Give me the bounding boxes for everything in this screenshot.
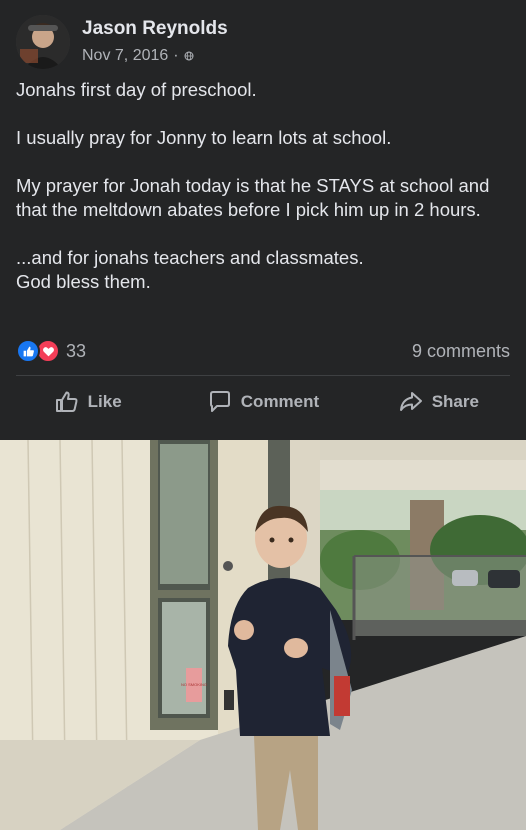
post-paragraph: I usually pray for Jonny to learn lots a… (16, 127, 392, 148)
post-meta: Jason Reynolds Nov 7, 2016 · (82, 17, 228, 67)
post-paragraph: Jonahs first day of preschool. (16, 79, 257, 100)
globe-icon (184, 51, 194, 61)
post-date[interactable]: Nov 7, 2016 (82, 45, 168, 67)
like-button[interactable]: Like (0, 389, 175, 415)
sign-text: NO SMOKING (181, 682, 207, 687)
post-photo[interactable]: NO SMOKING (0, 440, 526, 830)
thumbs-up-icon (55, 391, 78, 412)
post-dateline: Nov 7, 2016 · (82, 45, 228, 67)
comment-button[interactable]: Comment (175, 389, 350, 415)
post-paragraph: My prayer for Jonah today is that he STA… (16, 175, 490, 220)
post-paragraph: ...and for jonahs teachers and classmate… (16, 247, 364, 292)
post-stats: 33 9 comments (16, 338, 510, 364)
divider (16, 375, 510, 376)
share-button-label: Share (431, 392, 479, 411)
post-text: Jonahs first day of preschool. I usually… (16, 78, 516, 294)
author-name[interactable]: Jason Reynolds (82, 17, 228, 41)
avatar[interactable] (16, 15, 70, 69)
like-reaction-icon (16, 339, 40, 363)
share-button[interactable]: Share (351, 389, 526, 415)
post-header: Jason Reynolds Nov 7, 2016 · (16, 14, 228, 70)
comment-icon (209, 391, 230, 412)
reactions-summary[interactable]: 33 (16, 339, 86, 363)
share-icon (399, 392, 422, 411)
post-actions: Like Comment Share (0, 378, 526, 426)
like-button-label: Like (87, 392, 122, 411)
avatar-image (16, 15, 70, 69)
separator-dot: · (173, 47, 179, 64)
reaction-count: 33 (66, 340, 87, 361)
post-card: Jason Reynolds Nov 7, 2016 · Jonahs firs… (0, 0, 526, 430)
comments-count[interactable]: 9 comments (412, 341, 510, 362)
photo-scene: NO SMOKING (0, 440, 526, 830)
comment-button-label: Comment (240, 392, 320, 411)
